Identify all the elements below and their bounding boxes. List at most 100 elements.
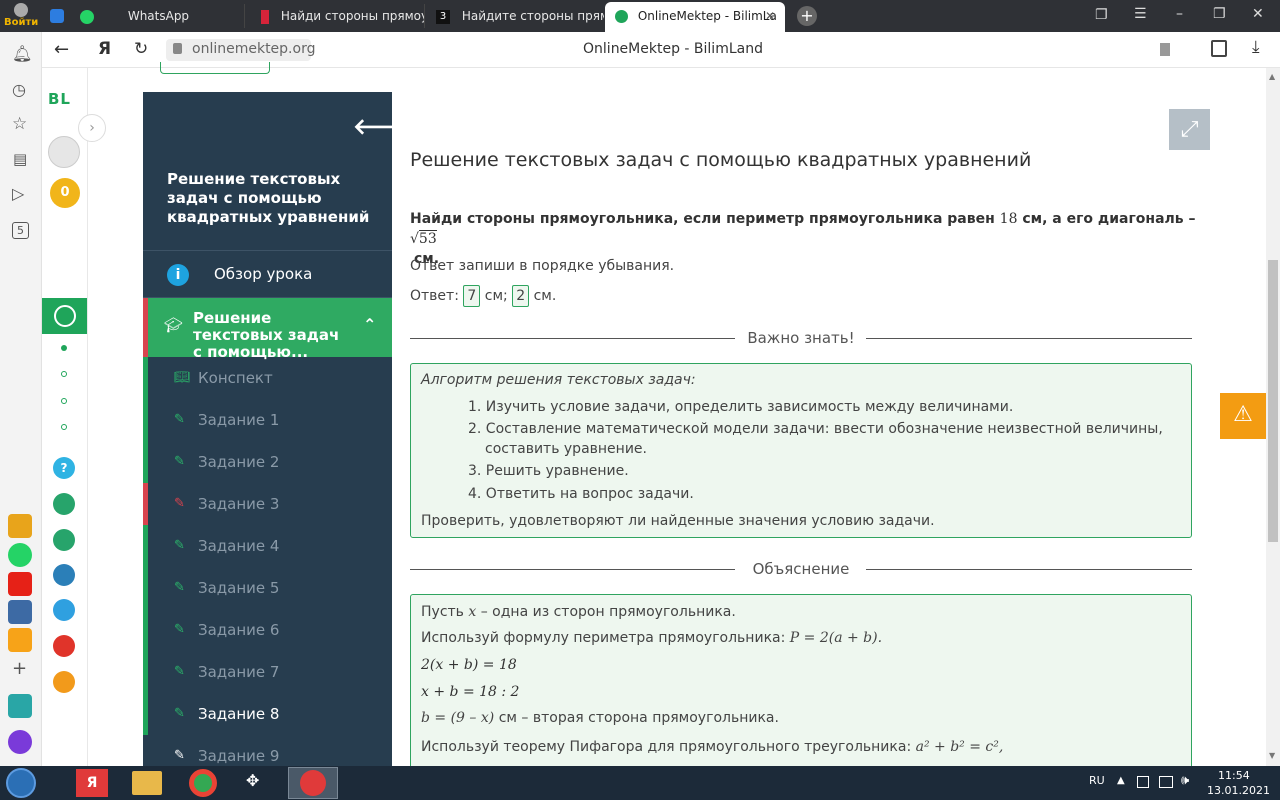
answer-row: Ответ: 7 см; 2 см. xyxy=(410,284,556,308)
tab-active[interactable]: OnlineMektep - BilimLa ✕ xyxy=(605,2,785,32)
item-task-2[interactable]: ✎ Задание 2 xyxy=(143,441,392,483)
tray-arrow-icon[interactable]: ▲ xyxy=(1117,775,1125,786)
divider-line xyxy=(866,569,1192,570)
messenger-icon[interactable] xyxy=(8,694,32,718)
back-icon[interactable]: ← xyxy=(54,39,69,60)
bell-icon[interactable]: 🔔︎ xyxy=(12,44,32,63)
counter-icon[interactable]: 5 xyxy=(12,222,29,239)
chat-icon[interactable] xyxy=(50,9,64,23)
item-task-9[interactable]: ✎ Задание 9 xyxy=(143,735,392,766)
top-button-fragment[interactable] xyxy=(160,62,270,74)
new-tab-button[interactable]: + xyxy=(797,6,817,26)
tray-network-icon[interactable] xyxy=(1159,776,1173,788)
course-icon xyxy=(53,305,76,327)
youtube-icon[interactable] xyxy=(8,572,32,596)
history-icon[interactable]: ◷ xyxy=(12,80,26,99)
page-scrollbar[interactable]: ▲ ▼ xyxy=(1266,68,1280,766)
scroll-thumb[interactable] xyxy=(1268,260,1278,542)
vk-icon[interactable] xyxy=(8,600,32,624)
yandex-icon[interactable]: Я xyxy=(98,39,111,59)
clock-time[interactable]: 11:54 xyxy=(1218,769,1250,782)
expand-sidebar-icon[interactable]: › xyxy=(78,114,106,142)
scroll-down-icon[interactable]: ▼ xyxy=(1269,751,1275,760)
fullscreen-button[interactable]: ⤢ xyxy=(1169,109,1210,150)
close-window-icon[interactable]: ✕ xyxy=(1252,6,1264,22)
download-icon[interactable]: ⤓ xyxy=(1252,37,1260,57)
item-task-5[interactable]: ✎ Задание 5 xyxy=(143,567,392,609)
item-task-1[interactable]: ✎ Задание 1 xyxy=(143,399,392,441)
step-dot-2[interactable] xyxy=(61,371,67,377)
tab-whatsapp[interactable]: WhatsApp xyxy=(80,4,245,28)
bilimbook-icon[interactable] xyxy=(53,564,75,586)
algorithm-step: 1. Изучить условие задачи, определить за… xyxy=(468,399,1014,415)
bookmark-icon[interactable] xyxy=(1160,43,1170,56)
bilimland-app-icon[interactable] xyxy=(53,529,75,551)
maximize-icon[interactable]: ❐ xyxy=(1213,6,1226,22)
help-icon[interactable]: ? xyxy=(53,457,75,479)
page-heading: Решение текстовых задач с помощью квадра… xyxy=(410,149,1032,171)
star-icon[interactable]: ☆ xyxy=(12,114,27,134)
add-app-icon[interactable]: + xyxy=(12,658,27,679)
step-dot-4[interactable] xyxy=(61,424,67,430)
avatar[interactable] xyxy=(48,136,80,168)
bilimstory-icon[interactable] xyxy=(53,671,75,693)
address-bar[interactable]: onlinemektep.org xyxy=(166,39,315,61)
mail-icon[interactable] xyxy=(8,628,32,652)
explorer-icon[interactable] xyxy=(132,771,162,795)
close-tab-icon[interactable]: ✕ xyxy=(765,2,775,30)
item-task-3[interactable]: ✎ Задание 3 xyxy=(143,483,392,525)
test-icon[interactable] xyxy=(53,599,75,621)
instruction: Ответ запиши в порядке убывания. xyxy=(410,258,675,274)
chevron-up-icon[interactable]: ⌃ xyxy=(363,315,376,334)
tab-2[interactable]: 3 Найдите стороны прямоу xyxy=(432,4,604,28)
extensions-icon[interactable] xyxy=(1211,40,1227,57)
chrome-icon[interactable] xyxy=(189,769,217,797)
item-task-6[interactable]: ✎ Задание 6 xyxy=(143,609,392,651)
item-konspekt[interactable]: 📖︎ Конспект xyxy=(143,357,392,399)
explanation-divider: Объяснение xyxy=(410,560,1192,580)
algorithm-box: Алгоритм решения текстовых задач: 1. Изу… xyxy=(410,363,1192,538)
item-task-8[interactable]: ✎ Задание 8 xyxy=(143,693,392,735)
answer-input-1[interactable]: 7 xyxy=(463,285,481,307)
start-button[interactable] xyxy=(6,768,36,798)
notes-icon[interactable]: ▤ xyxy=(13,150,27,168)
answer-input-2[interactable]: 2 xyxy=(512,285,530,307)
clock-date[interactable]: 13.01.2021 xyxy=(1207,784,1270,797)
edit-icon: ✎ xyxy=(174,706,185,721)
coins-badge[interactable]: 0 xyxy=(50,178,80,208)
video-icon[interactable]: ▷ xyxy=(12,184,24,203)
item-task-7[interactable]: ✎ Задание 7 xyxy=(143,651,392,693)
app-icon[interactable]: ✥ xyxy=(246,771,270,795)
item-task-4[interactable]: ✎ Задание 4 xyxy=(143,525,392,567)
browser-tab-bar: Войти WhatsApp Найди стороны прямоуго 3 … xyxy=(0,0,1280,32)
menu-icon[interactable]: ☰ xyxy=(1134,6,1147,22)
step-dot-1[interactable] xyxy=(61,345,67,351)
lesson-overview[interactable]: i Обзор урока xyxy=(143,250,392,298)
yandex-browser-taskbar-icon[interactable] xyxy=(288,767,338,799)
user-icon xyxy=(14,3,28,17)
twig-icon[interactable] xyxy=(53,635,75,657)
active-course-item[interactable] xyxy=(42,298,87,334)
current-section[interactable]: 🎓︎ Решение текстовых задач с помощью... … xyxy=(143,298,392,361)
tray-volume-icon[interactable]: 🕪︎ xyxy=(1181,773,1189,788)
step-dot-3[interactable] xyxy=(61,398,67,404)
tray-device-icon[interactable] xyxy=(1137,776,1149,788)
report-warning-button[interactable]: ⚠ xyxy=(1220,393,1266,439)
login-button[interactable]: Войти xyxy=(4,2,38,32)
pisa-icon[interactable] xyxy=(53,493,75,515)
graduation-cap-icon: 🎓︎ xyxy=(164,316,184,334)
scroll-up-icon[interactable]: ▲ xyxy=(1269,72,1275,81)
tab-1[interactable]: Найди стороны прямоуго xyxy=(255,4,425,28)
reload-icon[interactable]: ↻ xyxy=(134,39,148,59)
yandex-taskbar-icon[interactable]: Я xyxy=(76,769,108,797)
gmail-icon[interactable] xyxy=(8,514,32,538)
bilimland-logo[interactable]: BL xyxy=(48,90,71,108)
expl-line-5: b = (9 – x) см – вторая сторона прямоуго… xyxy=(421,710,779,726)
minimize-icon[interactable]: – xyxy=(1176,6,1183,22)
lang-indicator[interactable]: RU xyxy=(1089,774,1105,787)
back-arrow-icon[interactable]: 🡐 xyxy=(353,114,392,140)
edit-icon: ✎ xyxy=(174,622,185,637)
alice-icon[interactable] xyxy=(8,730,32,754)
whatsapp-side-icon[interactable] xyxy=(8,543,32,567)
collections-icon[interactable]: ❐ xyxy=(1095,7,1108,23)
